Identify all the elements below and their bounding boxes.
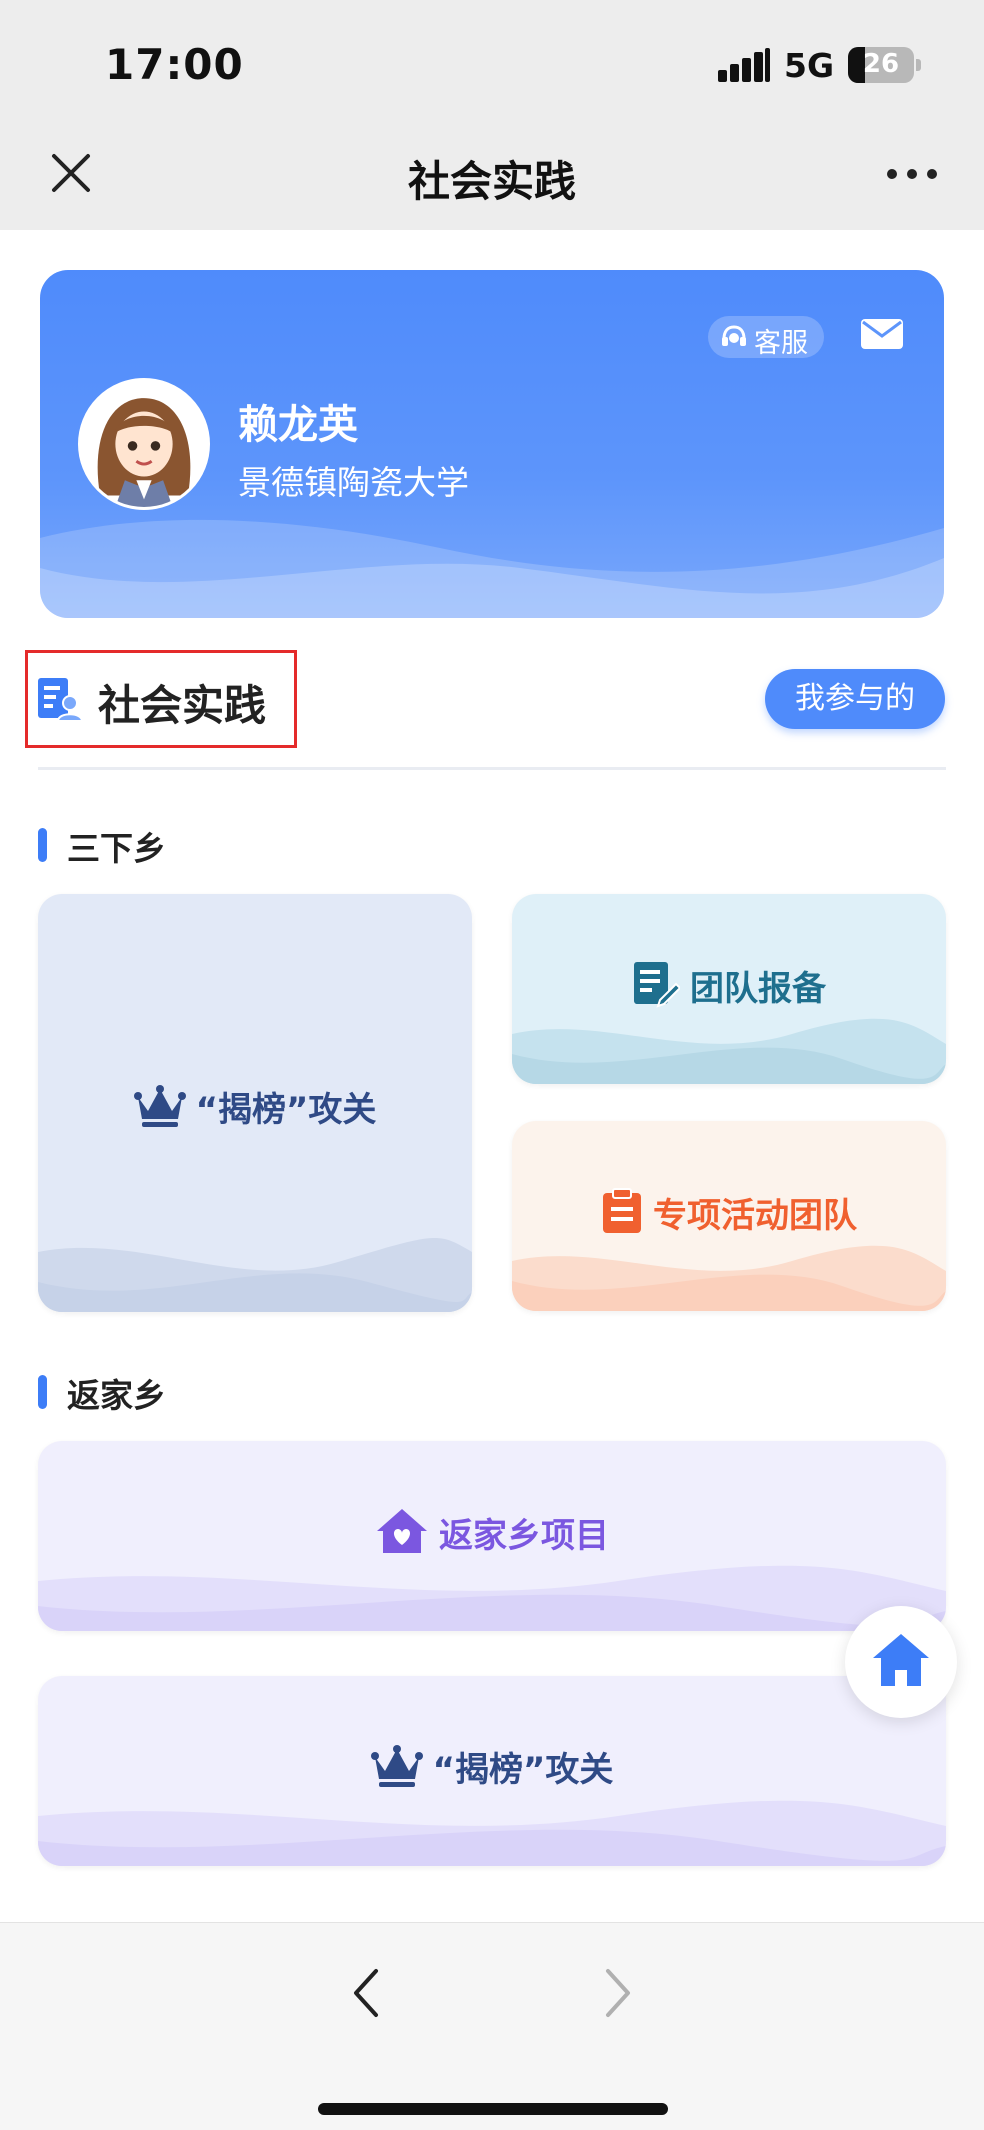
card-special-team[interactable]: 专项活动团队 xyxy=(512,1121,946,1311)
browser-bottom-bar xyxy=(0,1922,984,2130)
crown-icon xyxy=(370,1745,423,1787)
subheading-accent xyxy=(38,828,47,862)
card-label: 专项活动团队 xyxy=(653,1196,857,1236)
card-jiebang-sanxiaxiang[interactable]: “揭榜”攻关 xyxy=(38,894,472,1312)
card-label: “揭榜”攻关 xyxy=(195,1090,377,1130)
headset-icon xyxy=(722,325,746,346)
mail-icon[interactable] xyxy=(860,318,904,350)
network-type: 5G xyxy=(784,46,835,85)
customer-service-label: 客服 xyxy=(754,328,808,359)
card-jiebang-fanjiaxiang[interactable]: “揭榜”攻关 xyxy=(38,1676,946,1866)
nav-bar: 社会实践 xyxy=(0,118,984,230)
home-icon xyxy=(873,1634,929,1686)
card-team-register[interactable]: 团队报备 xyxy=(512,894,946,1084)
section-title: 社会实践 xyxy=(98,681,267,730)
card-label: “揭榜”攻关 xyxy=(432,1750,614,1790)
page-title: 社会实践 xyxy=(407,157,576,206)
battery-icon: 26 xyxy=(848,47,914,83)
forward-icon[interactable] xyxy=(598,1963,638,2023)
card-label: 返家乡项目 xyxy=(439,1516,609,1556)
battery-level: 26 xyxy=(862,49,900,79)
status-time: 17:00 xyxy=(105,40,244,89)
edit-document-icon xyxy=(634,962,680,1008)
card-label: 团队报备 xyxy=(690,969,826,1009)
divider xyxy=(38,767,946,770)
back-icon[interactable] xyxy=(346,1963,386,2023)
subheading-fanjiaxiang: 返家乡 xyxy=(67,1376,166,1415)
home-indicator xyxy=(318,2103,668,2115)
avatar xyxy=(78,378,210,510)
signal-icon xyxy=(718,48,770,82)
more-icon[interactable] xyxy=(886,168,938,180)
profile-card: 客服 赖龙英 景德镇陶瓷大学 xyxy=(40,270,944,618)
card-fanjiaxiang-project[interactable]: 返家乡项目 xyxy=(38,1441,946,1631)
clipboard-icon xyxy=(603,1188,641,1233)
subheading-sanxiaxiang: 三下乡 xyxy=(67,829,166,868)
crown-icon xyxy=(133,1085,186,1127)
home-heart-icon xyxy=(377,1509,427,1553)
subheading-accent xyxy=(38,1375,47,1409)
status-bar: 17:00 5G 26 xyxy=(0,0,984,118)
customer-service-button[interactable]: 客服 xyxy=(708,316,824,359)
card-wave-decoration xyxy=(40,519,944,618)
user-name: 赖龙英 xyxy=(238,402,358,448)
my-participation-button[interactable]: 我参与的 xyxy=(765,669,945,729)
floating-home-button[interactable] xyxy=(845,1606,957,1718)
section-document-user-icon xyxy=(38,678,82,722)
user-school: 景德镇陶瓷大学 xyxy=(238,463,469,502)
